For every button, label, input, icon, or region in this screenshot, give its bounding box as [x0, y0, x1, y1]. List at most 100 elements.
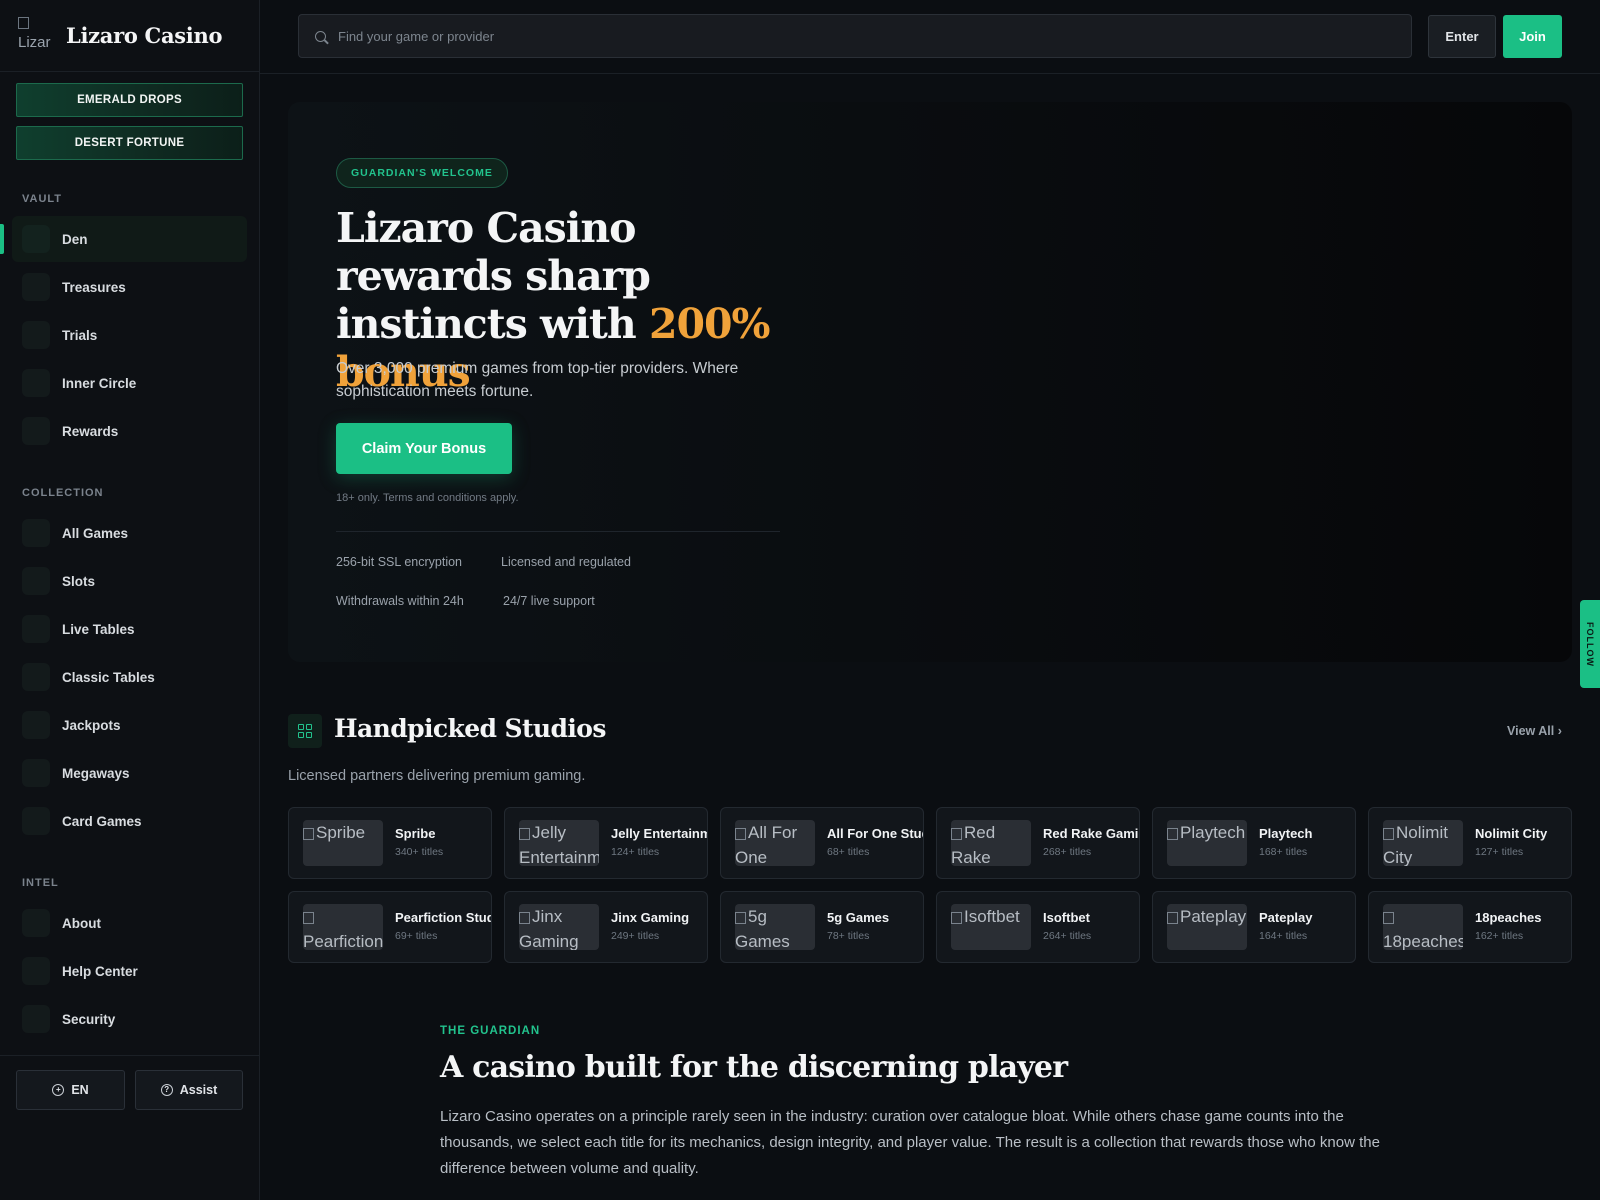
brand[interactable]: Lizar Lizaro Casino: [0, 0, 259, 72]
sidebar-item-all-games[interactable]: All Games: [12, 510, 247, 556]
all-games-icon: [22, 519, 50, 547]
sidebar-item-megaways[interactable]: Megaways: [12, 750, 247, 796]
studio-image: All For One: [735, 820, 815, 866]
studio-card[interactable]: Red Rake Red Rake Gaming 268+ titles: [936, 807, 1140, 879]
studio-name: Jinx Gaming: [611, 910, 690, 925]
sidebar-item-trials[interactable]: Trials: [12, 312, 247, 358]
brand-name: Lizaro Casino: [66, 23, 223, 48]
nav-section-collection: COLLECTION: [22, 487, 104, 499]
studio-count: 124+ titles: [611, 846, 660, 858]
help-circle-icon: ?: [160, 1084, 173, 1096]
about-icon: [22, 909, 50, 937]
sidebar-item-classic-tables[interactable]: Classic Tables: [12, 654, 247, 700]
megaways-icon: [22, 759, 50, 787]
sidebar: Lizar Lizaro Casino EMERALD DROPS DESERT…: [0, 0, 260, 1200]
studio-card[interactable]: Pateplay Pateplay 164+ titles: [1152, 891, 1356, 963]
studio-image: Red Rake: [951, 820, 1031, 866]
view-all-link[interactable]: View All ›: [1507, 724, 1562, 738]
broken-image-icon: [519, 911, 530, 924]
language-button[interactable]: + EN: [16, 1070, 125, 1110]
claim-bonus-button[interactable]: Claim Your Bonus: [336, 423, 512, 474]
studio-image-alt: Pearfiction: [303, 932, 383, 950]
sidebar-item-slots[interactable]: Slots: [12, 558, 247, 604]
search-input[interactable]: [338, 28, 1338, 44]
studio-count: 168+ titles: [1259, 846, 1308, 858]
studio-image-alt: Spribe: [316, 823, 366, 842]
join-button[interactable]: Join: [1503, 15, 1562, 58]
studio-image: Isoftbet: [951, 904, 1031, 950]
studio-card[interactable]: 5g Games 5g Games 78+ titles: [720, 891, 924, 963]
trials-icon: [22, 321, 50, 349]
studio-card[interactable]: Isoftbet Isoftbet 264+ titles: [936, 891, 1140, 963]
sidebar-item-help-center[interactable]: Help Center: [12, 948, 247, 994]
inner-circle-icon: [22, 369, 50, 397]
studio-count: 68+ titles: [827, 846, 870, 858]
sidebar-item-label: Rewards: [62, 423, 119, 439]
studio-card[interactable]: Jelly Entertainm Jelly Entertainment 124+ …: [504, 807, 708, 879]
promo-desert-fortune[interactable]: DESERT FORTUNE: [16, 126, 243, 160]
broken-image-icon: [735, 827, 746, 840]
logo-alt-text: Lizar: [18, 33, 51, 51]
studio-name: Spribe: [395, 826, 436, 841]
studios-title: Handpicked Studios: [334, 714, 606, 743]
promo-emerald-drops[interactable]: EMERALD DROPS: [16, 83, 243, 117]
studio-card[interactable]: Spribe Spribe 340+ titles: [288, 807, 492, 879]
hero-badge: GUARDIAN'S WELCOME: [336, 158, 508, 188]
studios-subtitle: Licensed partners delivering premium gam…: [288, 768, 586, 784]
search-box[interactable]: [298, 14, 1412, 58]
sidebar-item-inner-circle[interactable]: Inner Circle: [12, 360, 247, 406]
studio-card[interactable]: All For One All For One Studios 68+ titles: [720, 807, 924, 879]
side-follow-tab[interactable]: FOLLOW: [1580, 600, 1600, 688]
studio-image: Pearfiction: [303, 904, 383, 950]
enter-button[interactable]: Enter: [1428, 15, 1496, 58]
studio-image: 18peaches: [1383, 904, 1463, 950]
studio-image-alt: Pateplay: [1180, 907, 1247, 926]
sidebar-item-rewards[interactable]: Rewards: [12, 408, 247, 454]
studio-name: 5g Games: [827, 910, 890, 925]
studio-name: All For One Studios: [827, 826, 923, 841]
sidebar-item-label: Card Games: [62, 813, 142, 829]
studio-name: 18peaches: [1475, 910, 1542, 925]
broken-image-icon: [303, 827, 314, 840]
studio-image-alt: Isoftbet: [964, 907, 1020, 926]
sidebar-item-treasures[interactable]: Treasures: [12, 264, 247, 310]
studio-image: Spribe: [303, 820, 383, 866]
studio-name: Jelly Entertainment: [611, 826, 707, 841]
trust-item-support: 24/7 live support: [503, 594, 595, 608]
sidebar-item-card-games[interactable]: Card Games: [12, 798, 247, 844]
sidebar-item-label: All Games: [62, 525, 129, 541]
sidebar-item-live-tables[interactable]: Live Tables: [12, 606, 247, 652]
assist-button[interactable]: ? Assist: [135, 1070, 243, 1110]
broken-image-icon: [18, 16, 29, 29]
terms-note: 18+ only. Terms and conditions apply.: [336, 492, 519, 504]
slots-icon: [22, 567, 50, 595]
sidebar-item-about[interactable]: About: [12, 900, 247, 946]
studio-card[interactable]: 18peaches 18peaches 162+ titles: [1368, 891, 1572, 963]
studio-card[interactable]: Jinx Gaming Jinx Gaming 249+ titles: [504, 891, 708, 963]
trust-item-ssl: 256-bit SSL encryption: [336, 555, 463, 569]
grid-icon: [288, 714, 322, 748]
card-games-icon: [22, 807, 50, 835]
sidebar-item-security[interactable]: Security: [12, 996, 247, 1042]
studio-count: 69+ titles: [395, 930, 438, 942]
sidebar-item-label: Security: [62, 1011, 116, 1027]
studio-card[interactable]: Pearfiction Pearfiction Studios 69+ titles: [288, 891, 492, 963]
studio-count: 268+ titles: [1043, 846, 1092, 858]
studio-image: Pateplay: [1167, 904, 1247, 950]
sidebar-item-label: Den: [62, 231, 88, 247]
assist-label: Assist: [179, 1083, 218, 1097]
studio-card[interactable]: Playtech Playtech 168+ titles: [1152, 807, 1356, 879]
broken-image-icon: [735, 911, 746, 924]
about-eyebrow: THE GUARDIAN: [440, 1025, 541, 1037]
sidebar-item-jackpots[interactable]: Jackpots: [12, 702, 247, 748]
studio-name: Pateplay: [1259, 910, 1313, 925]
sidebar-item-label: About: [62, 915, 101, 931]
search-icon: [315, 30, 326, 42]
sidebar-item-den[interactable]: Den: [0, 216, 247, 262]
studio-card[interactable]: Nolimit City Nolimit City 127+ titles: [1368, 807, 1572, 879]
broken-image-icon: [1383, 911, 1394, 924]
studio-count: 249+ titles: [611, 930, 660, 942]
classic-tables-icon: [22, 663, 50, 691]
sidebar-footer-divider: [0, 1055, 259, 1056]
den-icon: [22, 225, 50, 253]
